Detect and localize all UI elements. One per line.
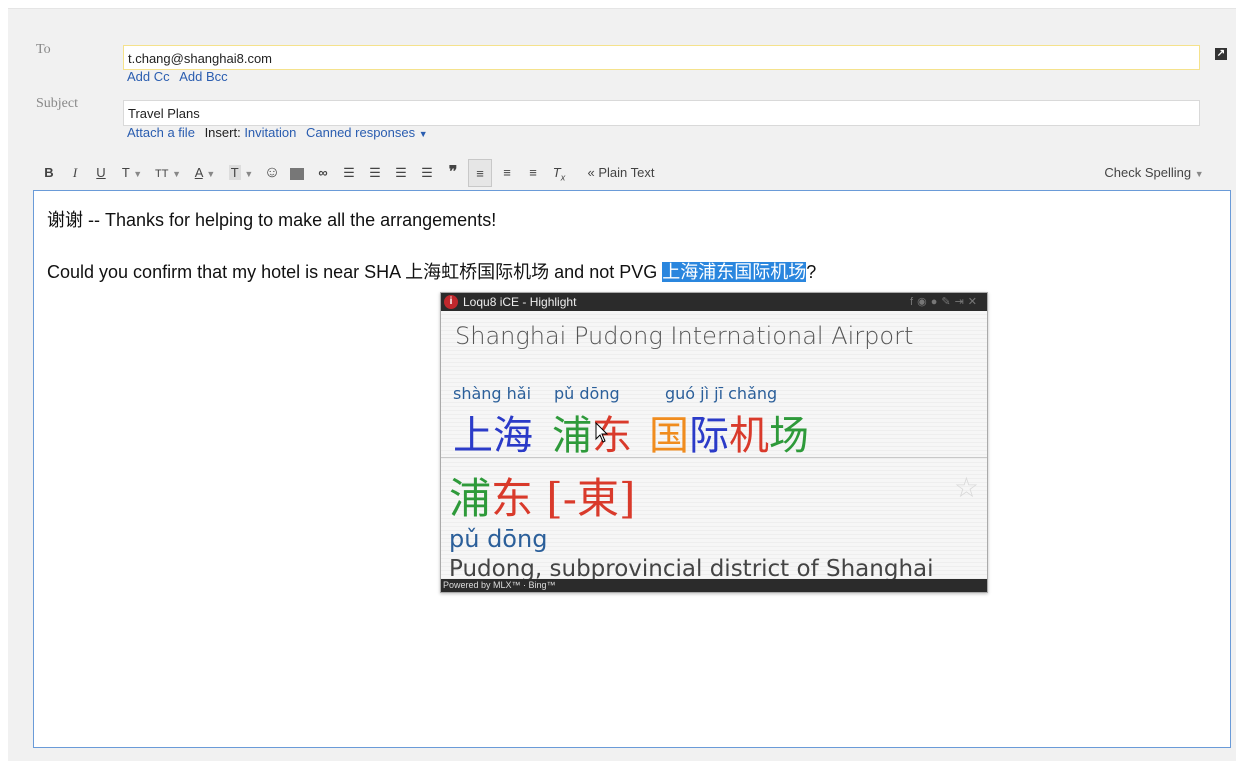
image-icon <box>290 167 304 180</box>
dictionary-popup: i Loqu8 iCE - Highlight f◉●✎⇥✕ Shanghai … <box>440 292 988 593</box>
popup-divider <box>441 457 987 458</box>
chevron-down-icon: ▼ <box>206 169 216 179</box>
indent-less-icon: ☰ <box>395 165 407 180</box>
hanzi-char: 际 <box>689 413 729 459</box>
hanzi-char: 国 <box>649 413 689 459</box>
subject-label: Subject <box>36 96 78 111</box>
align-left-icon: ≡ <box>476 166 484 181</box>
hanzi-word-3: 国际机场 <box>649 403 809 461</box>
invitation-link[interactable]: Invitation <box>244 125 296 140</box>
entry-headword: 浦东 [-東] <box>449 465 635 526</box>
hanzi-char: 浦 <box>552 413 592 459</box>
align-left-button[interactable]: ≡ <box>468 159 492 187</box>
popup-title: Loqu8 iCE - Highlight <box>463 295 577 309</box>
add-bcc-link[interactable]: Add Bcc <box>179 69 227 84</box>
pinyin-word-3: guó jì jī chǎng <box>665 384 778 403</box>
quote-button[interactable]: ❞ <box>442 159 464 187</box>
image-button[interactable] <box>286 159 308 187</box>
size-label: TT <box>155 168 169 180</box>
hanzi-word-1: 上海 <box>453 403 533 461</box>
indent-more-button[interactable]: ☰ <box>416 159 438 187</box>
pin-icon[interactable]: ⇥ <box>955 296 968 308</box>
popup-header: i Loqu8 iCE - Highlight f◉●✎⇥✕ <box>441 293 987 311</box>
body-line-2-text: Could you confirm that my hotel is near … <box>47 262 663 282</box>
body-line-1: 谢谢 -- Thanks for helping to make all the… <box>47 210 497 230</box>
italic-button[interactable]: I <box>64 159 86 187</box>
add-cc-link[interactable]: Add Cc <box>127 69 170 84</box>
numbered-list-button[interactable]: ☰ <box>338 159 360 187</box>
chevron-down-icon: ▼ <box>244 169 254 179</box>
pinyin-word-2: pǔ dōng <box>554 384 620 403</box>
hanzi-char: 场 <box>769 413 809 459</box>
star-icon[interactable]: ☆ <box>954 471 979 504</box>
link-icon: ∞ <box>318 165 328 180</box>
to-field[interactable]: t.chang@shanghai8.com <box>123 45 1200 70</box>
text-color-label: A <box>194 165 203 180</box>
hanzi-word-2: 浦东 <box>552 403 632 461</box>
attach-insert-row: Attach a file Insert: Invitation Canned … <box>127 125 428 140</box>
subject-field[interactable]: Travel Plans <box>123 100 1200 126</box>
chevron-down-icon: ▼ <box>172 169 181 179</box>
cc-bcc-links: Add Cc Add Bcc <box>127 69 228 84</box>
selected-text: 上海浦东国际机场 <box>662 262 807 282</box>
format-toolbar: B I U T ▼ TT ▼ A ▼ T ▼ ☺ ∞ ☰ ☰ ☰ ☰ ❞ ≡ ≡… <box>38 159 1218 187</box>
emoji-button[interactable]: ☺ <box>260 159 284 187</box>
to-label: To <box>36 42 51 57</box>
align-center-button[interactable]: ≡ <box>496 159 518 187</box>
wrench-icon[interactable]: ✎ <box>941 296 954 308</box>
insert-label: Insert: <box>204 125 241 140</box>
body-line-2-suffix: ? <box>806 262 817 282</box>
speech-icon[interactable]: ● <box>931 296 942 308</box>
indent-more-icon: ☰ <box>421 165 433 180</box>
align-center-icon: ≡ <box>503 165 511 180</box>
pinyin-word-1: shàng hǎi <box>453 384 532 403</box>
indent-less-button[interactable]: ☰ <box>390 159 412 187</box>
mouse-cursor-icon <box>595 422 609 443</box>
link-button[interactable]: ∞ <box>312 159 334 187</box>
traditional-form: [-東] <box>546 474 636 523</box>
body-line-2: Could you confirm that my hotel is near … <box>47 258 816 284</box>
bulleted-list-button[interactable]: ☰ <box>364 159 386 187</box>
hanzi-char: 浦 <box>449 474 492 523</box>
bg-color-button[interactable]: T ▼ <box>224 159 258 187</box>
popup-header-icons: f◉●✎⇥✕ <box>910 293 981 311</box>
popup-translation: Shanghai Pudong International Airport <box>455 322 914 350</box>
text-color-button[interactable]: A ▼ <box>188 159 222 187</box>
hanzi-char: 机 <box>729 413 769 459</box>
bg-color-label: T <box>228 165 241 180</box>
popout-icon[interactable]: ↗ <box>1215 48 1227 60</box>
entry-pinyin: pǔ dōng <box>449 525 548 553</box>
check-spelling-button[interactable]: Check Spelling ▼ <box>1094 159 1214 187</box>
popup-body: Shanghai Pudong International Airport sh… <box>441 311 987 582</box>
popup-footer: Powered by MLX™ · Bing™ <box>441 579 987 592</box>
font-label: T <box>121 165 130 180</box>
remove-formatting-button[interactable]: Tx <box>548 159 570 187</box>
camera-icon[interactable]: ◉ <box>917 296 931 308</box>
hanzi-char: 海 <box>493 413 533 459</box>
numbered-list-icon: ☰ <box>343 165 355 180</box>
chevron-down-icon: ▼ <box>1194 169 1204 179</box>
align-right-button[interactable]: ≡ <box>522 159 544 187</box>
canned-responses-link[interactable]: Canned responses ▼ <box>306 125 428 140</box>
chevron-down-icon: ▼ <box>418 129 428 139</box>
bulleted-list-icon: ☰ <box>369 165 381 180</box>
size-button[interactable]: TT ▼ <box>150 159 186 187</box>
font-button[interactable]: T ▼ <box>116 159 148 187</box>
canned-responses-label: Canned responses <box>305 125 416 140</box>
align-right-icon: ≡ <box>529 165 537 180</box>
quote-icon: ❞ <box>448 164 458 181</box>
loqu8-logo-icon: i <box>444 295 458 309</box>
bold-button[interactable]: B <box>38 159 60 187</box>
underline-button[interactable]: U <box>90 159 112 187</box>
attach-file-link[interactable]: Attach a file <box>127 125 195 140</box>
hanzi-char: 上 <box>453 413 493 459</box>
close-icon[interactable]: ✕ <box>968 296 981 308</box>
hanzi-char: 东 <box>491 474 534 523</box>
chevron-down-icon: ▼ <box>133 169 143 179</box>
remove-formatting-icon: Tx <box>552 165 566 183</box>
check-spelling-label: Check Spelling <box>1104 165 1192 180</box>
plain-text-link[interactable]: « Plain Text <box>576 159 666 187</box>
